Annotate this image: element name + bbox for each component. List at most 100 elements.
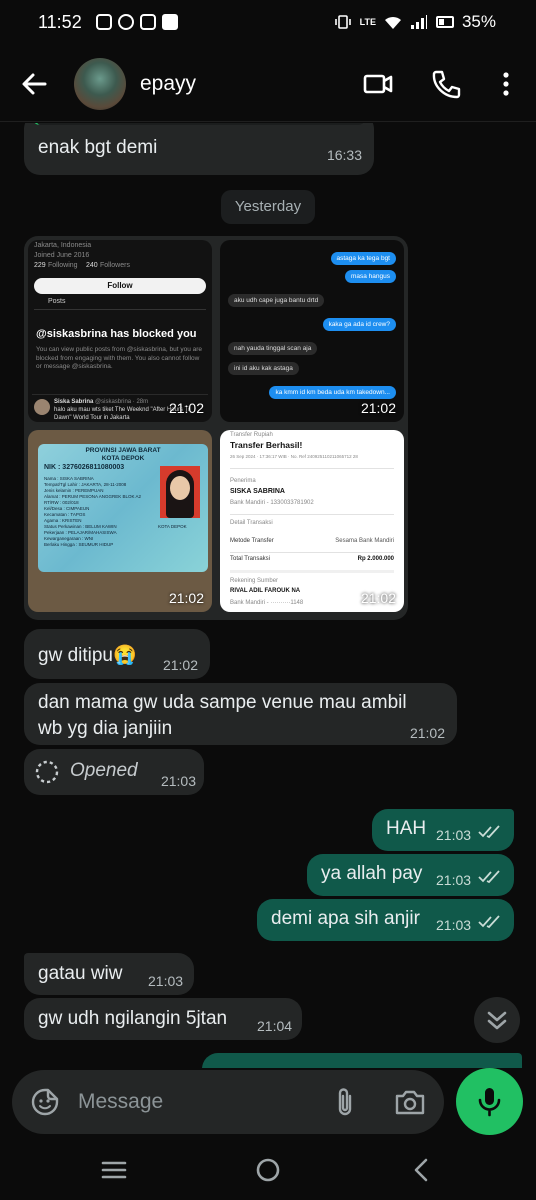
read-receipt-icon bbox=[478, 870, 500, 884]
dm-bubble: kaka ga ada id crew? bbox=[322, 318, 396, 331]
status-time: 11:52 bbox=[38, 12, 82, 32]
message-input[interactable]: Message bbox=[78, 1090, 163, 1114]
opened-label: Opened bbox=[70, 760, 138, 781]
more-vert-icon[interactable] bbox=[490, 68, 522, 100]
message-text: HAH bbox=[386, 818, 427, 839]
recent-apps-icon[interactable] bbox=[101, 1157, 127, 1183]
album-photo-dm-screenshot[interactable]: astaga ka tega bgt masa hangus aku udh c… bbox=[220, 240, 404, 422]
message-outgoing[interactable]: HAH 21:03 bbox=[372, 809, 514, 851]
message-incoming[interactable]: enak bgt demi 16:33 bbox=[24, 123, 374, 175]
id-card-nik-label: NIK bbox=[44, 464, 57, 471]
scroll-to-bottom-button[interactable] bbox=[474, 997, 520, 1043]
dm-bubble: astaga ka tega bgt bbox=[330, 252, 396, 265]
dm-bubble: aku udh cape juga bantu drtd bbox=[228, 294, 325, 307]
back-icon[interactable] bbox=[409, 1157, 435, 1183]
camera-icon[interactable] bbox=[394, 1087, 426, 1117]
attach-icon[interactable] bbox=[330, 1086, 360, 1118]
message-time: 21:03 bbox=[436, 827, 472, 843]
battery-percent: 35% bbox=[461, 12, 496, 31]
video-call-icon[interactable] bbox=[362, 68, 394, 100]
receipt-total-label: Total Transaksi bbox=[230, 556, 271, 562]
message-time: 21:03 bbox=[436, 917, 472, 933]
read-receipt-icon bbox=[478, 915, 500, 929]
profile-location: Jakarta, Indonesia bbox=[34, 242, 92, 249]
message-view-once-opened[interactable]: Opened 21:03 bbox=[24, 749, 204, 795]
id-card-issue-city: KOTA DEPOK bbox=[158, 524, 187, 529]
phone-call-icon[interactable] bbox=[430, 68, 462, 100]
photo-time: 21:02 bbox=[360, 590, 396, 606]
message-incoming[interactable]: gw ditipu😭 21:02 bbox=[24, 629, 210, 679]
receipt-title: Transfer Berhasil! bbox=[230, 440, 303, 450]
media-album[interactable]: Jakarta, Indonesia Joined June 2016 229 … bbox=[24, 236, 408, 620]
id-card-field: Berlaku Hingga : SEUMUR HIDUP bbox=[44, 542, 114, 547]
wifi-icon bbox=[384, 16, 401, 29]
profile-following-label: Following bbox=[48, 262, 78, 269]
receipt-recipient-label: Penerima bbox=[230, 478, 256, 484]
home-icon[interactable] bbox=[255, 1157, 281, 1183]
message-outgoing[interactable]: ya allah pay 21:03 bbox=[307, 854, 514, 896]
id-card-nik: NIK : 3276026811080003 bbox=[44, 464, 125, 471]
receipt-source-name: RIVAL ADIL FAROUK NA bbox=[230, 588, 301, 594]
message-time: 21:03 bbox=[436, 872, 472, 888]
vibrate-icon bbox=[334, 15, 351, 29]
notification-icons bbox=[96, 14, 178, 30]
message-text: enak bgt demi bbox=[38, 137, 158, 158]
cell-signal-icon bbox=[410, 15, 427, 29]
message-incoming[interactable]: gw udh ngilangin 5jtan 21:04 bbox=[24, 998, 302, 1040]
receipt-recipient-name: SISKA SABRINA bbox=[230, 488, 285, 495]
photo-time: 21:02 bbox=[360, 400, 396, 416]
receipt-method-value: Sesama Bank Mandiri bbox=[335, 538, 394, 544]
voice-message-button[interactable] bbox=[456, 1068, 523, 1135]
profile-followers-label: Followers bbox=[100, 262, 130, 269]
receipt-source-label: Rekening Sumber bbox=[230, 578, 279, 584]
message-list[interactable]: enak bgt demi 16:33 Yesterday Jakarta, I… bbox=[0, 123, 536, 1068]
message-compose-bar[interactable]: Message bbox=[12, 1070, 444, 1134]
dm-bubble: masa hangus bbox=[344, 270, 396, 283]
message-time: 21:03 bbox=[160, 773, 196, 789]
message-text: gw udh ngilangin 5jtan bbox=[38, 1008, 228, 1029]
album-photo-transfer-receipt[interactable]: Transfer Rupiah Transfer Berhasil! 26 Se… bbox=[220, 430, 404, 612]
message-text: ya allah pay bbox=[321, 863, 423, 884]
contact-name[interactable]: epayy bbox=[140, 72, 196, 96]
receipt-total-value: Rp 2.000.000 bbox=[357, 556, 394, 562]
quoted-reply-bar bbox=[32, 123, 366, 125]
id-card-province: PROVINSI JAWA BARAT bbox=[85, 447, 161, 454]
message-text: dan mama gw uda sampe venue mau ambil wb … bbox=[38, 690, 407, 742]
message-text-line: dan mama gw uda sampe venue mau ambil bbox=[38, 692, 407, 713]
posts-tab-bar: Posts bbox=[34, 298, 206, 310]
tiktok-icon bbox=[162, 14, 178, 30]
message-text-line: wb yg dia janjiin bbox=[38, 718, 173, 739]
message-time: 21:04 bbox=[257, 1018, 293, 1034]
contact-avatar[interactable] bbox=[74, 58, 126, 110]
receipt-meta: 26 Sep 2024 · 17:36:17 WIB · No. Ref 240… bbox=[230, 454, 358, 459]
album-photo-twitter-screenshot[interactable]: Jakarta, Indonesia Joined June 2016 229 … bbox=[28, 240, 212, 422]
album-photo-id-card[interactable]: PROVINSI JAWA BARAT KOTA DEPOK NIK : 327… bbox=[28, 430, 212, 612]
dm-bubble: ini id aku kak astaga bbox=[228, 362, 299, 375]
network-type: LTE bbox=[359, 16, 376, 27]
message-outgoing[interactable]: demi apa sih anjir 21:03 bbox=[257, 899, 514, 941]
double-chevron-down-icon bbox=[487, 1011, 507, 1030]
tweet-avatar bbox=[34, 399, 50, 415]
message-incoming[interactable]: gatau wiw 21:03 bbox=[24, 953, 194, 995]
message-outgoing-partial[interactable] bbox=[202, 1053, 522, 1068]
date-separator: Yesterday bbox=[221, 190, 315, 224]
system-nav-bar bbox=[0, 1140, 536, 1200]
posts-tab-label: Posts bbox=[48, 298, 66, 305]
id-card-fields: Nama : SISKA SABRINA Tempat/Tgl Lahir : … bbox=[44, 476, 154, 548]
blocked-description: You can view public posts from @siskasbr… bbox=[36, 346, 203, 370]
message-text: demi apa sih anjir bbox=[271, 908, 420, 929]
dm-bubble: nah yauda tinggal scan aja bbox=[228, 342, 318, 355]
message-time: 21:03 bbox=[148, 973, 184, 989]
read-receipt-icon bbox=[478, 825, 500, 839]
battery-icon bbox=[435, 16, 454, 28]
tweet-author: Siska Sabrina bbox=[54, 399, 94, 405]
back-arrow-icon[interactable] bbox=[18, 68, 50, 100]
profile-followers-count: 240 bbox=[86, 262, 98, 269]
emoji-sticker-icon[interactable] bbox=[30, 1087, 60, 1117]
instagram-icon bbox=[140, 14, 156, 30]
receipt-source-bank: Bank Mandiri - ··········1148 bbox=[230, 600, 304, 606]
follow-button-image: Follow bbox=[34, 278, 206, 294]
photo-time: 21:02 bbox=[168, 590, 204, 606]
receipt-method-label: Metode Transfer bbox=[230, 538, 274, 544]
message-incoming[interactable]: dan mama gw uda sampe venue mau ambil wb … bbox=[24, 683, 457, 745]
